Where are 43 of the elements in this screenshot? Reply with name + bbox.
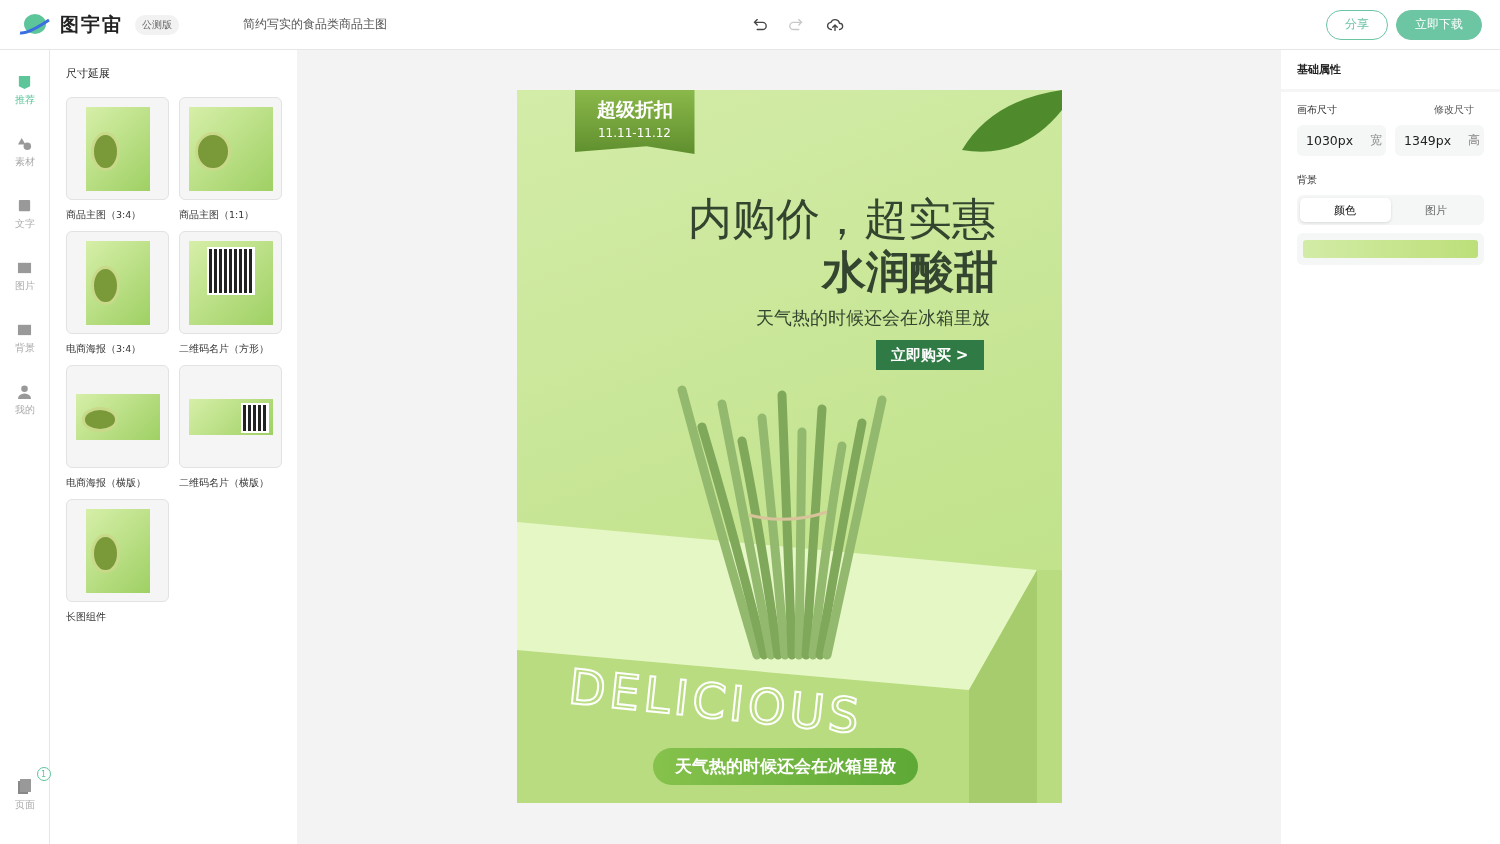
planet-logo-icon bbox=[18, 11, 52, 38]
template-label: 二维码名片（方形） bbox=[179, 343, 270, 356]
poster-headline: 内购价，超实惠 bbox=[687, 192, 996, 246]
background-label: 背景 bbox=[1297, 174, 1318, 187]
sidebar-tab[interactable]: 推荐 bbox=[14, 74, 35, 107]
template-label: 二维码名片（横版） bbox=[179, 477, 270, 490]
background-tab[interactable]: 颜色 bbox=[1300, 198, 1391, 222]
poster-banner: 天气热的时候还会在冰箱里放 bbox=[652, 748, 918, 785]
share-button[interactable]: 分享 bbox=[1326, 9, 1388, 40]
download-button[interactable]: 立即下载 bbox=[1396, 9, 1482, 40]
panel-title: 基础属性 bbox=[1281, 50, 1500, 92]
template-card[interactable] bbox=[179, 365, 282, 468]
template-label: 商品主图（1:1） bbox=[179, 209, 256, 222]
shapes-icon bbox=[17, 136, 32, 151]
poster-subheadline: 水润酸甜 bbox=[821, 245, 998, 299]
template-label: 商品主图（3:4） bbox=[66, 209, 143, 222]
poster-tagline: 天气热的时候还会在冰箱里放 bbox=[755, 306, 990, 330]
beta-badge: 公测版 bbox=[135, 14, 179, 35]
size-input-field[interactable]: 1030px 宽 bbox=[1297, 125, 1386, 156]
background-tab[interactable]: 图片 bbox=[1390, 198, 1481, 222]
sidebar-tab[interactable]: 我的 bbox=[14, 384, 35, 417]
edit-size-link[interactable]: 修改尺寸 bbox=[1434, 104, 1474, 117]
sidebar-tab[interactable]: 素材 bbox=[14, 136, 35, 169]
outlined-word: DELICIOUS bbox=[565, 658, 866, 745]
ribbon-date: 11.11-11.12 bbox=[597, 126, 671, 140]
document-title[interactable]: 简约写实的食品类商品主图 bbox=[243, 16, 387, 33]
template-card[interactable] bbox=[179, 231, 282, 334]
color-picker-field[interactable] bbox=[1297, 233, 1484, 265]
template-label: 电商海报（横版） bbox=[66, 477, 147, 490]
sidebar-tab[interactable]: 背景 bbox=[14, 322, 35, 355]
sidebar-tab[interactable]: 图片 bbox=[14, 260, 35, 293]
template-label: 电商海报（3:4） bbox=[66, 343, 143, 356]
canvas-size-label: 画布尺寸 bbox=[1297, 104, 1337, 117]
pages-icon bbox=[18, 779, 31, 794]
buy-now-button[interactable]: 立即购买 > bbox=[875, 340, 984, 370]
user-icon bbox=[17, 384, 32, 399]
template-label: 长图组件 bbox=[66, 611, 107, 624]
ribbon-title: 超级折扣 bbox=[596, 97, 673, 122]
page-count-badge: 1 bbox=[36, 767, 51, 781]
size-input-field[interactable]: 1349px 高 bbox=[1395, 125, 1484, 156]
panel-title: 尺寸延展 bbox=[66, 66, 111, 81]
sidebar-tab[interactable]: 文字 bbox=[14, 198, 35, 231]
logo-text: 图宇宙 bbox=[60, 11, 123, 37]
